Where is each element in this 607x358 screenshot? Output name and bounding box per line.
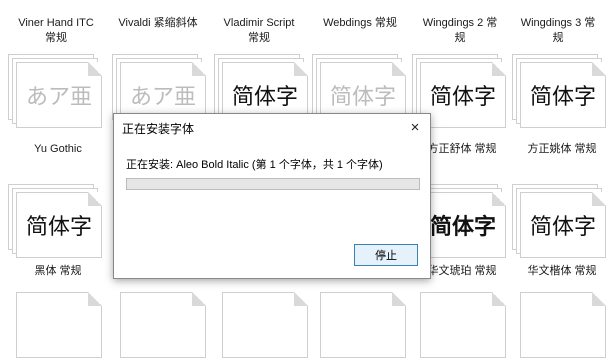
font-sample: 简体字 [329, 85, 396, 110]
font-file-tile[interactable]: あア亜 [16, 62, 102, 128]
install-progress-bar [126, 178, 420, 190]
font-sample: 简体字 [429, 215, 496, 240]
font-file-tile[interactable] [420, 292, 506, 358]
font-sample: 简体字 [25, 215, 92, 240]
font-label: Yu Gothic [34, 143, 82, 155]
font-file-tile[interactable] [520, 292, 606, 358]
font-file-tile[interactable] [222, 292, 308, 358]
font-sample: あア亜 [25, 85, 92, 110]
install-status-text: 正在安装: Aleo Bold Italic (第 1 个字体，共 1 个字体) [126, 159, 383, 171]
dialog-titlebar[interactable]: 正在安装字体 × [114, 114, 430, 140]
font-file-tile[interactable]: 简体字 [420, 192, 506, 258]
font-label: Viner Hand ITC 常规 [18, 17, 94, 44]
install-font-dialog: 正在安装字体 × 正在安装: Aleo Bold Italic (第 1 个字体… [113, 113, 431, 279]
font-file-tile[interactable]: 简体字 [16, 192, 102, 258]
font-label: Vladimir Script 常规 [223, 17, 295, 44]
font-label: Webdings 常规 [323, 17, 397, 29]
dialog-title: 正在安装字体 [122, 122, 195, 136]
font-sample: 简体字 [529, 215, 596, 240]
font-sample: 简体字 [529, 85, 596, 110]
font-file-tile[interactable]: 简体字 [520, 62, 606, 128]
font-label: 华文楷体 常规 [527, 265, 597, 277]
font-sample: 简体字 [429, 85, 496, 110]
stop-button[interactable]: 停止 [354, 244, 418, 266]
font-file-tile[interactable] [120, 292, 206, 358]
font-label: Vivaldi 紧缩斜体 [118, 17, 198, 29]
font-label: 黑体 常规 [34, 265, 82, 277]
font-label: Wingdings 3 常 规 [520, 17, 596, 44]
font-sample: 简体字 [231, 85, 298, 110]
font-file-tile[interactable]: 简体字 [420, 62, 506, 128]
font-file-tile[interactable] [320, 292, 406, 358]
font-sample: あア亜 [129, 85, 196, 110]
font-file-tile[interactable]: 简体字 [520, 192, 606, 258]
font-file-tile[interactable] [16, 292, 102, 358]
font-label: Wingdings 2 常 规 [422, 17, 498, 44]
close-icon[interactable]: × [404, 116, 426, 138]
font-label: 方正姚体 常规 [527, 143, 597, 155]
